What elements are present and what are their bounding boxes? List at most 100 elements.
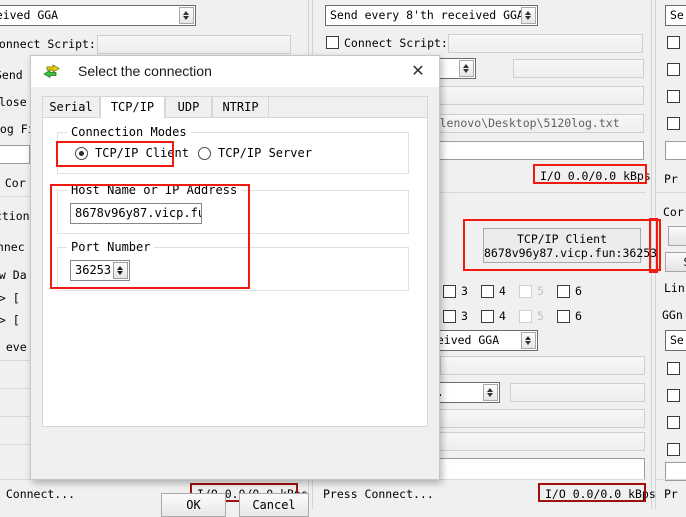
tcpip-client-addr: 8678v96y87.vicp.fun:36253 — [484, 246, 640, 260]
field-col2-c[interactable] — [430, 141, 644, 160]
divider-col3-a — [656, 192, 686, 193]
spinner-col2[interactable] — [521, 7, 536, 24]
gga-label-col3: GGn — [662, 308, 683, 322]
host-legend: Host Name or IP Address — [67, 183, 241, 197]
port-spinner[interactable] — [113, 262, 128, 279]
host-group: Host Name or IP Address 8678v96y87.vicp.… — [57, 190, 409, 234]
field-col2-e[interactable] — [510, 383, 645, 402]
dialog-title-bar: Select the connection ✕ — [31, 56, 439, 88]
io-rate-bottom-col2: I/O 0.0/0.0 kBps — [545, 487, 656, 501]
seconds-spinner[interactable] — [459, 60, 474, 77]
close-icon[interactable]: ✕ — [397, 56, 439, 87]
connect-script-checkbox-col2[interactable] — [326, 36, 339, 49]
arrow-row2-col1: -> [ — [0, 313, 20, 327]
field-col2-f[interactable] — [430, 409, 645, 428]
plug-icon — [43, 64, 61, 79]
connection-label-col1: ection — [0, 209, 30, 223]
arrow-row1-col1: -> [ — [0, 291, 20, 305]
ok-button[interactable]: OK — [161, 493, 226, 517]
checkbox-col3-e[interactable] — [667, 362, 680, 375]
send-button-col3[interactable]: S — [665, 252, 686, 272]
checkbox-col3-d[interactable] — [667, 117, 680, 130]
tab-ntrip-label: NTRIP — [222, 100, 258, 114]
checkbox-r2-c1[interactable] — [443, 310, 456, 323]
radio-tcpip-client-label: TCP/IP Client — [95, 146, 189, 160]
status-press-connect-col1: s Connect... — [0, 487, 75, 501]
checkbox-col3-g[interactable] — [667, 416, 680, 429]
ok-button-label: OK — [186, 498, 200, 512]
tab-ntrip[interactable]: NTRIP — [212, 96, 269, 118]
checkbox-r2-c3 — [519, 310, 532, 323]
checkbox-col3-h[interactable] — [667, 443, 680, 456]
divider-col1-e — [0, 444, 30, 445]
checkbox-r2-c4-label: 6 — [575, 309, 582, 323]
checkbox-col3-c[interactable] — [667, 90, 680, 103]
send-combo-col3-value: Se — [670, 8, 684, 22]
tcpip-client-status-box[interactable]: TCP/IP Client 8678v96y87.vicp.fun:36253 — [483, 228, 641, 263]
press-label-col3: Pr — [664, 172, 678, 186]
port-input[interactable]: 36253 — [70, 260, 130, 281]
checkbox-r2-c2[interactable] — [481, 310, 494, 323]
radio-tcpip-client[interactable] — [75, 147, 88, 160]
press-connect-col1: s Cor — [0, 176, 26, 190]
checkbox-r2-c1-label: 3 — [461, 309, 468, 323]
press-connect-col3: Pr — [664, 487, 678, 501]
seconds-spinner2[interactable] — [483, 384, 498, 401]
connect-label-col1: onnec — [0, 240, 25, 254]
button-col3-a[interactable] — [668, 226, 686, 246]
divider-col1-c — [0, 388, 30, 389]
tab-serial[interactable]: Serial — [42, 96, 100, 118]
checkbox-r1-c2-label: 4 — [499, 284, 506, 298]
tcpip-client-title: TCP/IP Client — [484, 232, 640, 246]
tab-udp-label: UDP — [178, 100, 200, 114]
checkbox-col3-f[interactable] — [667, 389, 680, 402]
tab-strip-filler — [269, 96, 428, 118]
checkbox-r1-c3-label: 5 — [537, 284, 544, 298]
radio-tcpip-server[interactable] — [198, 147, 211, 160]
log-file-field-col1[interactable] — [0, 145, 30, 164]
checkbox-r2-c2-label: 4 — [499, 309, 506, 323]
spinner-col1[interactable] — [179, 7, 194, 24]
show-data-label-col1: ow Da — [0, 268, 27, 282]
radio-tcpip-server-label: TCP/IP Server — [218, 146, 312, 160]
send-label-col1: Send — [0, 68, 23, 82]
port-input-value: 36253 — [75, 263, 111, 277]
dialog-title-text: Select the connection — [78, 63, 212, 79]
field-col2-d[interactable] — [440, 356, 645, 375]
checkbox-r1-c4[interactable] — [557, 285, 570, 298]
host-input[interactable]: 8678v96y87.vicp.fun — [70, 203, 202, 224]
field-col2-b[interactable] — [430, 86, 644, 105]
cancel-button[interactable]: Cancel — [239, 493, 309, 517]
tab-panel-tcpip: Connection Modes TCP/IP Client TCP/IP Se… — [42, 117, 428, 427]
gga-combo-col2[interactable]: Send every 8'th received GGA — [325, 5, 538, 26]
gga-combo-col1[interactable]: d every 1'th received GGA — [0, 5, 196, 26]
divider-col1-b — [0, 360, 30, 361]
io-rate-top-col2: I/O 0.0/0.0 kBps — [540, 169, 651, 183]
checkbox-r1-c2[interactable] — [481, 285, 494, 298]
checkbox-col3-a[interactable] — [667, 36, 680, 49]
checkbox-col3-b[interactable] — [667, 63, 680, 76]
gga-combo-col1-value: d every 1'th received GGA — [0, 8, 58, 22]
checkbox-r2-c4[interactable] — [557, 310, 570, 323]
link-label-col3: Lin — [664, 281, 685, 295]
field-col2-h[interactable] — [430, 458, 645, 480]
host-input-value: 8678v96y87.vicp.fun — [75, 206, 202, 220]
tab-tcpip[interactable]: TCP/IP — [100, 96, 165, 119]
connection-modes-legend: Connection Modes — [67, 125, 191, 139]
connect-script-field-col2[interactable] — [448, 34, 643, 53]
send-combo2-col3[interactable]: Se — [665, 330, 686, 351]
connect-script-field-col1[interactable] — [97, 35, 291, 54]
field-col3-a[interactable] — [665, 141, 686, 160]
checkbox-r2-c3-label: 5 — [537, 309, 544, 323]
checkbox-r1-c3 — [519, 285, 532, 298]
field-col2-g[interactable] — [430, 432, 645, 451]
field-col2-a[interactable] — [513, 59, 644, 78]
received-gga-spinner[interactable] — [521, 332, 536, 349]
gga-combo-col2-value: Send every 8'th received GGA — [330, 8, 524, 22]
divider-col3-b — [656, 479, 686, 480]
checkbox-r1-c4-label: 6 — [575, 284, 582, 298]
send-combo-col3[interactable]: Se — [665, 5, 686, 26]
tab-udp[interactable]: UDP — [165, 96, 212, 118]
checkbox-r1-c1[interactable] — [443, 285, 456, 298]
port-legend: Port Number — [67, 240, 154, 254]
